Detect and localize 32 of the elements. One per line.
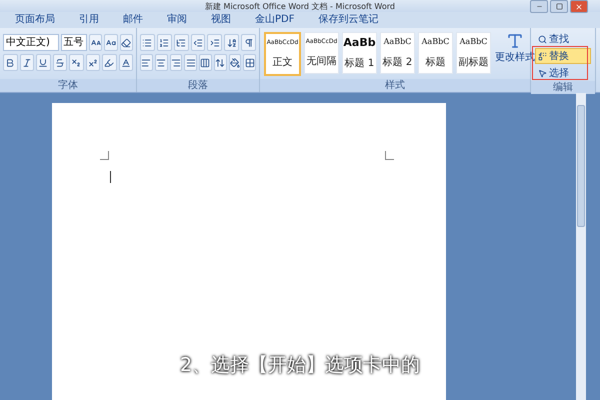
style-card[interactable]: AaBbC 标题 — [418, 32, 453, 74]
group-label: 样式 — [260, 79, 530, 92]
style-preview: AaBbC — [422, 37, 450, 46]
group-label: 编辑 — [531, 81, 595, 94]
editing-button[interactable]: 查找 — [535, 31, 591, 47]
window-title: 新建 Microsoft Office Word 文档 - Microsoft Word — [205, 0, 395, 12]
editing-button[interactable]: 替换 — [535, 48, 591, 64]
font-size-field[interactable]: 五号 — [60, 34, 88, 51]
style-name: 正文 — [272, 56, 292, 70]
group-label: 字体 — [0, 79, 136, 92]
ribbon-tab[interactable]: 保存到云笔记 — [307, 12, 390, 28]
group-label: 段落 — [137, 79, 259, 92]
style-name: 标题 1 — [344, 56, 374, 70]
editing-button[interactable]: 选择 — [535, 65, 591, 81]
ribbon-tab[interactable]: 审阅 — [156, 12, 198, 28]
subtitle: 2、选择【开始】选项卡中的 — [180, 352, 420, 378]
style-preview: AaBbC — [460, 37, 488, 46]
style-name: 标题 2 — [382, 56, 412, 69]
style-preview: AaBb — [343, 36, 376, 50]
style-name: 无间隔 — [306, 55, 336, 68]
style-name: 副标题 — [458, 56, 488, 69]
ribbon-tab[interactable]: 页面布局 — [4, 12, 66, 28]
style-card[interactable]: AaBbC 标题 2 — [380, 32, 415, 74]
style-preview: AaBbC — [384, 37, 412, 46]
style-name: 标题 — [426, 56, 446, 69]
ribbon-tab[interactable]: 引用 — [68, 12, 110, 28]
ribbon-tab[interactable]: 邮件 — [112, 12, 154, 28]
style-card[interactable]: AaBbC 副标题 — [456, 32, 491, 74]
font-name-field[interactable]: 中文正文) — [3, 34, 59, 51]
ribbon-tab[interactable]: 视图 — [200, 12, 242, 28]
style-card[interactable]: AaBb 标题 1 — [342, 32, 377, 74]
ribbon-tab[interactable]: 金山PDF — [244, 12, 306, 28]
